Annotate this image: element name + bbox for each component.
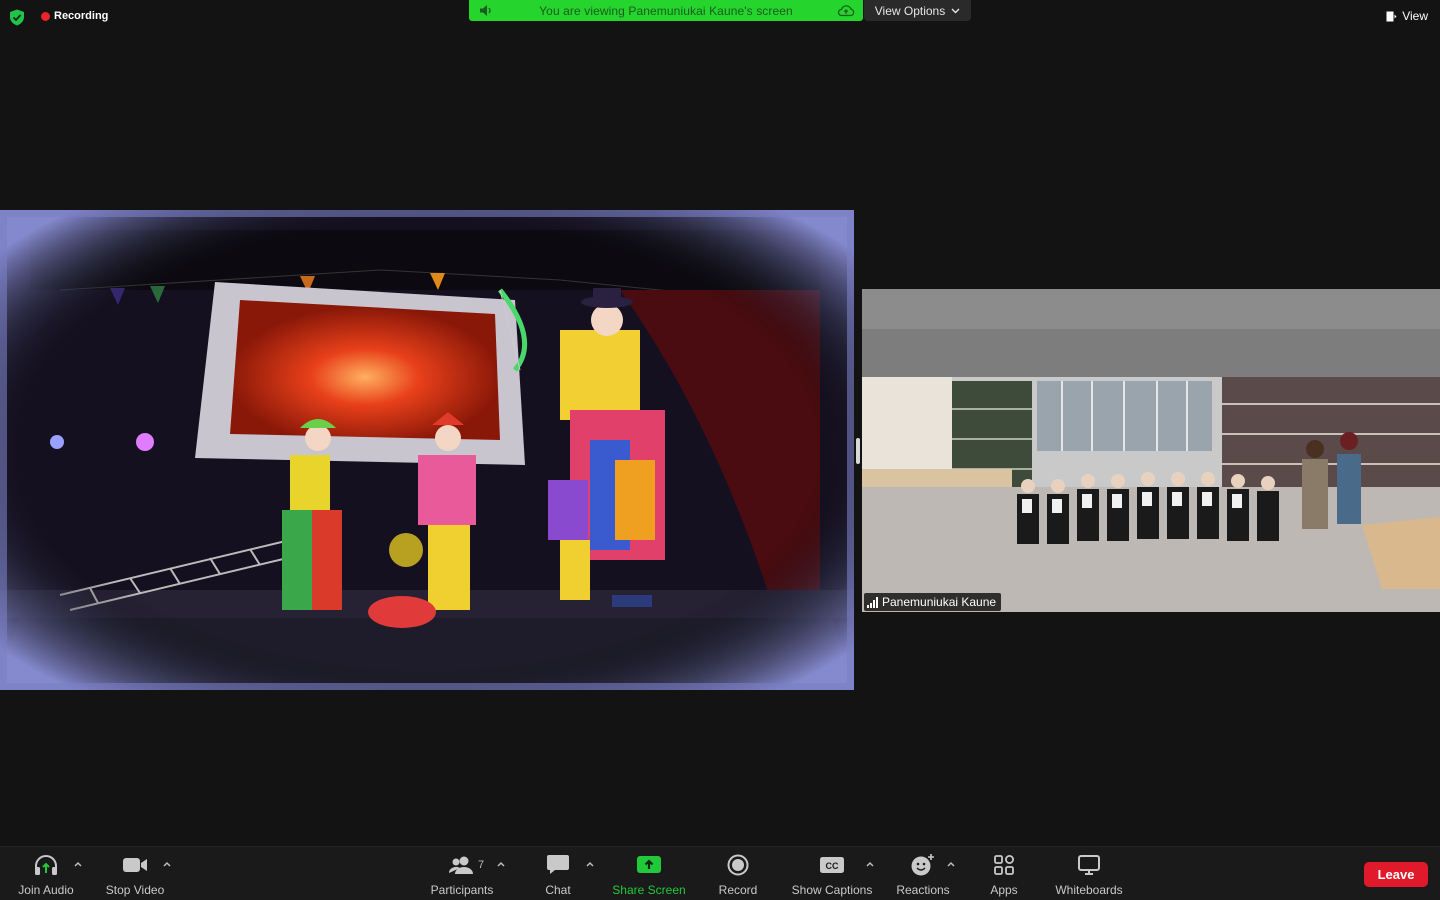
speaker-icon[interactable] xyxy=(479,4,493,17)
apps-label: Apps xyxy=(990,883,1018,897)
reactions-options-caret-icon[interactable] xyxy=(946,859,956,869)
participants-icon xyxy=(448,856,473,874)
meeting-toolbar: Join Audio Stop Video Participants 7 Cha… xyxy=(0,846,1440,900)
participants-options-caret-icon[interactable] xyxy=(496,859,506,869)
screen-share-banner: You are viewing Panemuniukai Kaune's scr… xyxy=(469,0,863,21)
whiteboards-button[interactable]: Whiteboards xyxy=(1051,853,1127,897)
video-camera-icon xyxy=(123,858,147,872)
participants-button[interactable]: Participants xyxy=(426,853,498,897)
view-button[interactable]: View xyxy=(1386,9,1428,23)
meeting-window: Recording You are viewing Panemuniukai K… xyxy=(0,0,1440,900)
chat-label: Chat xyxy=(545,883,571,897)
whiteboard-icon xyxy=(1078,855,1100,875)
shared-screen-image xyxy=(0,210,854,690)
apps-button[interactable]: Apps xyxy=(986,853,1022,897)
chat-bubble-icon xyxy=(547,855,569,874)
share-screen-label: Share Screen xyxy=(612,883,686,897)
video-options-caret-icon[interactable] xyxy=(162,859,172,869)
record-button[interactable]: Record xyxy=(715,853,761,897)
shared-screen[interactable] xyxy=(0,210,854,690)
chat-options-caret-icon[interactable] xyxy=(585,859,595,869)
participant-video-image xyxy=(862,289,1440,612)
view-layout-icon xyxy=(1386,11,1397,21)
share-screen-button[interactable]: Share Screen xyxy=(609,853,689,897)
leave-button[interactable]: Leave xyxy=(1364,862,1428,887)
participant-video-tile[interactable]: Panemuniukai Kaune xyxy=(862,289,1440,612)
whiteboards-label: Whiteboards xyxy=(1055,883,1123,897)
chevron-down-icon xyxy=(951,8,960,13)
recording-label: Recording xyxy=(54,10,109,22)
reactions-button[interactable]: Reactions xyxy=(893,853,953,897)
reactions-label: Reactions xyxy=(896,883,950,897)
view-label: View xyxy=(1402,9,1428,23)
banner-text: You are viewing Panemuniukai Kaune's scr… xyxy=(539,3,793,18)
stop-video-label: Stop Video xyxy=(105,883,165,897)
shield-icon[interactable] xyxy=(9,9,25,26)
share-screen-icon xyxy=(637,856,661,873)
closed-captions-icon: CC xyxy=(820,857,844,873)
split-view-divider[interactable] xyxy=(856,438,860,464)
record-icon xyxy=(727,854,749,876)
show-captions-button[interactable]: CC Show Captions xyxy=(788,853,876,897)
chat-button[interactable]: Chat xyxy=(540,853,576,897)
headphones-icon xyxy=(35,855,57,875)
participants-label: Participants xyxy=(430,883,494,897)
view-options-label: View Options xyxy=(874,3,946,18)
captions-options-caret-icon[interactable] xyxy=(865,859,875,869)
participant-name: Panemuniukai Kaune xyxy=(882,595,997,609)
record-dot-icon xyxy=(41,11,50,21)
reactions-smiley-icon xyxy=(911,854,934,876)
stop-video-button[interactable]: Stop Video xyxy=(102,853,168,897)
audio-options-caret-icon[interactable] xyxy=(73,859,83,869)
join-audio-label: Join Audio xyxy=(18,883,74,897)
join-audio-button[interactable]: Join Audio xyxy=(15,853,77,897)
recording-indicator[interactable]: Recording xyxy=(41,10,108,22)
show-captions-label: Show Captions xyxy=(791,883,873,897)
participant-nameplate: Panemuniukai Kaune xyxy=(864,593,1002,611)
participants-count: 7 xyxy=(478,859,485,871)
view-options-button[interactable]: View Options xyxy=(864,0,971,21)
signal-strength-icon xyxy=(867,596,878,608)
record-label: Record xyxy=(718,883,758,897)
apps-icon xyxy=(994,855,1014,875)
svg-text:CC: CC xyxy=(826,861,839,871)
cloud-sync-icon[interactable] xyxy=(837,3,855,17)
